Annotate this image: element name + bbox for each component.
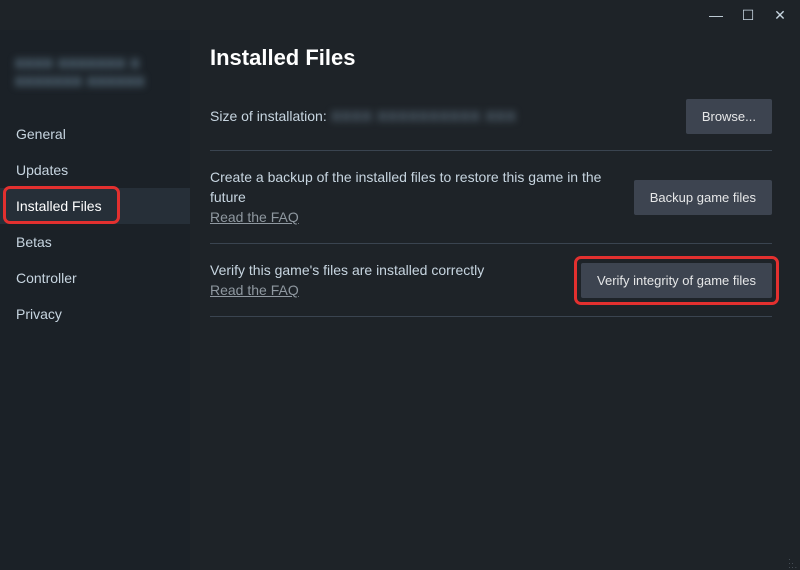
close-button[interactable]: ✕ — [768, 4, 792, 26]
backup-desc: Create a backup of the installed files t… — [210, 167, 614, 207]
backup-faq-link[interactable]: Read the FAQ — [210, 209, 299, 225]
sidebar-item-privacy[interactable]: Privacy — [0, 296, 190, 332]
sidebar-item-label: Privacy — [16, 306, 62, 322]
verify-integrity-button[interactable]: Verify integrity of game files — [581, 263, 772, 298]
install-path: XXXX XXXXXXXXXX XXX — [331, 108, 517, 124]
verify-button-wrapper: Verify integrity of game files — [581, 263, 772, 298]
game-title: XXXX XXXXXXX X XXXXXXX XXXXXX — [15, 55, 175, 91]
verify-row: Verify this game's files are installed c… — [210, 260, 772, 317]
sidebar-item-label: Betas — [16, 234, 52, 250]
verify-row-text: Verify this game's files are installed c… — [210, 260, 581, 300]
browse-button[interactable]: Browse... — [686, 99, 772, 134]
sidebar-item-updates[interactable]: Updates — [0, 152, 190, 188]
resize-grip[interactable]: ...... — [788, 556, 798, 568]
sidebar-item-label: Updates — [16, 162, 68, 178]
size-row-text: Size of installation: XXXX XXXXXXXXXX XX… — [210, 108, 686, 126]
backup-row: Create a backup of the installed files t… — [210, 167, 772, 244]
sidebar-item-installed-files[interactable]: Installed Files — [0, 188, 190, 224]
sidebar-item-general[interactable]: General — [0, 116, 190, 152]
content-wrapper: XXXX XXXXXXX X XXXXXXX XXXXXX General Up… — [0, 30, 800, 570]
maximize-button[interactable]: ☐ — [736, 4, 760, 26]
size-row: Size of installation: XXXX XXXXXXXXXX XX… — [210, 99, 772, 151]
sidebar: XXXX XXXXXXX X XXXXXXX XXXXXX General Up… — [0, 30, 190, 570]
sidebar-item-label: Controller — [16, 270, 77, 286]
verify-faq-link[interactable]: Read the FAQ — [210, 282, 299, 298]
main-panel: Installed Files Size of installation: XX… — [190, 30, 800, 570]
titlebar: — ☐ ✕ — [0, 0, 800, 30]
backup-button[interactable]: Backup game files — [634, 180, 772, 215]
page-title: Installed Files — [210, 45, 772, 71]
sidebar-item-controller[interactable]: Controller — [0, 260, 190, 296]
backup-row-text: Create a backup of the installed files t… — [210, 167, 634, 227]
sidebar-item-betas[interactable]: Betas — [0, 224, 190, 260]
window-controls: — ☐ ✕ — [704, 4, 792, 26]
size-label: Size of installation: — [210, 108, 327, 124]
verify-desc: Verify this game's files are installed c… — [210, 260, 561, 280]
minimize-button[interactable]: — — [704, 4, 728, 26]
game-title-block: XXXX XXXXXXX X XXXXXXX XXXXXX — [0, 55, 190, 116]
sidebar-item-label: Installed Files — [16, 198, 102, 214]
sidebar-item-label: General — [16, 126, 66, 142]
